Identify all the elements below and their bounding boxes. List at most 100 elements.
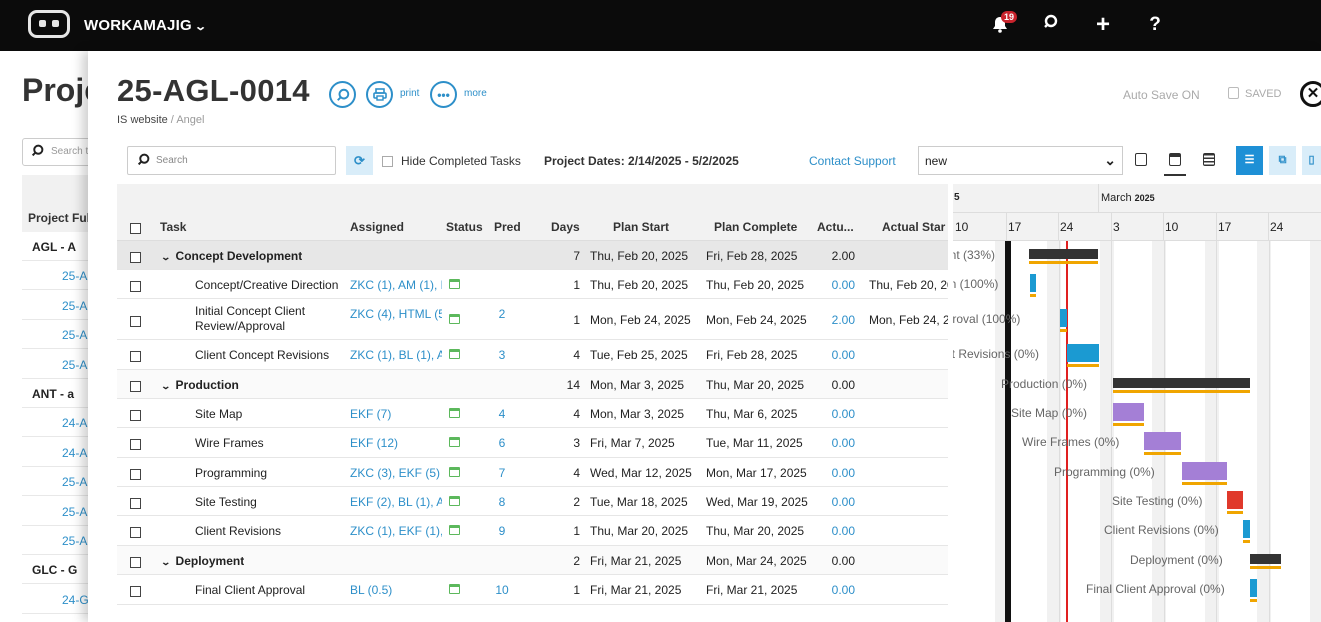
col-task[interactable]: Task (160, 220, 186, 234)
calendar-icon[interactable] (449, 348, 460, 362)
plan-complete-date[interactable]: Fri, Mar 21, 2025 (706, 583, 797, 597)
plan-complete-date[interactable]: Mon, Feb 24, 2025 (706, 313, 807, 327)
predecessor-link[interactable]: 9 (491, 524, 513, 538)
predecessor-link[interactable]: 2 (491, 307, 513, 321)
actual-hours[interactable]: 2.00 (807, 313, 855, 327)
row-checkbox[interactable] (130, 314, 141, 328)
task-bar[interactable] (1030, 273, 1036, 292)
plan-start-date[interactable]: Fri, Mar 21, 2025 (590, 554, 681, 568)
panel-icon[interactable]: ▯ (1302, 146, 1321, 175)
calendar-icon[interactable] (449, 495, 460, 509)
print-button[interactable]: print (400, 88, 419, 99)
predecessor-link[interactable]: 4 (491, 407, 513, 421)
task-group-name[interactable]: ⌄ Deployment (162, 554, 244, 568)
row-checkbox[interactable] (130, 437, 141, 451)
search-icon[interactable] (329, 81, 356, 108)
chevron-down-icon[interactable]: ⌄ (162, 252, 171, 263)
task-row[interactable]: Programming ZKC (3), EKF (5) 7 4 Wed, Mar 12… (117, 458, 948, 487)
actual-hours[interactable]: 0.00 (807, 348, 855, 362)
summary-bar[interactable] (1250, 553, 1281, 564)
search-icon[interactable] (1040, 13, 1064, 37)
copy-icon[interactable]: ⧉ (1269, 146, 1296, 175)
task-row[interactable]: Client Concept Revisions ZKC (1), BL (1),… (117, 340, 948, 370)
assigned-link[interactable]: EKF (7) (350, 407, 442, 421)
plan-complete-date[interactable]: Thu, Mar 6, 2025 (706, 407, 797, 421)
plan-start-date[interactable]: Thu, Feb 20, 2025 (590, 278, 688, 292)
contact-support-link[interactable]: Contact Support (809, 154, 896, 168)
task-bar[interactable] (1182, 461, 1227, 480)
assigned-link[interactable]: EKF (12) (350, 436, 442, 450)
row-checkbox[interactable] (130, 349, 141, 363)
plan-start-date[interactable]: Thu, Feb 20, 2025 (590, 249, 688, 263)
task-bar[interactable] (1113, 402, 1144, 421)
actual-start-date[interactable]: Mon, Feb 24, 2 (869, 313, 948, 327)
calendar-icon[interactable] (449, 583, 460, 597)
row-checkbox[interactable] (130, 467, 141, 481)
task-row[interactable]: Concept/Creative Direction ZKC (1), AM (1… (117, 270, 948, 299)
plan-start-date[interactable]: Fri, Mar 21, 2025 (590, 583, 681, 597)
assigned-link[interactable]: ZKC (1), BL (1), Al (350, 348, 442, 362)
plus-icon[interactable]: + (1091, 13, 1115, 37)
col-pred[interactable]: Pred (494, 220, 521, 234)
plan-start-date[interactable]: Mon, Mar 3, 2025 (590, 407, 684, 421)
actual-hours[interactable]: 0.00 (807, 495, 855, 509)
actual-hours[interactable]: 0.00 (807, 278, 855, 292)
task-row[interactable]: Site Map EKF (7) 4 4 Mon, Mar 3, 2025 Thu, Ma… (117, 399, 948, 428)
predecessor-link[interactable]: 6 (491, 436, 513, 450)
actual-hours[interactable]: 0.00 (807, 583, 855, 597)
plan-start-date[interactable]: Tue, Mar 18, 2025 (590, 495, 688, 509)
row-checkbox[interactable] (130, 379, 141, 393)
calendar-icon[interactable] (449, 313, 460, 327)
assigned-link[interactable]: ZKC (4), HTML (5) (350, 307, 442, 321)
view-select[interactable]: new ⌄ (918, 146, 1123, 175)
col-plan-start[interactable]: Plan Start (613, 220, 669, 234)
row-checkbox[interactable] (130, 250, 141, 264)
task-search-input[interactable]: Search (127, 146, 336, 175)
chevron-down-icon[interactable]: ⌄ (162, 381, 171, 392)
summary-bar[interactable] (1029, 248, 1098, 259)
task-name[interactable]: Site Testing (195, 495, 257, 509)
task-row[interactable]: Client Revisions ZKC (1), EKF (1), E 9 1 Thu… (117, 516, 948, 546)
col-assigned[interactable]: Assigned (350, 220, 404, 234)
actual-hours[interactable]: 0.00 (807, 466, 855, 480)
plan-complete-date[interactable]: Wed, Mar 19, 2025 (706, 495, 808, 509)
calendar-icon[interactable] (449, 407, 460, 421)
plan-complete-date[interactable]: Tue, Mar 11, 2025 (706, 436, 803, 450)
task-group-name[interactable]: ⌄ Production (162, 378, 239, 392)
row-checkbox[interactable] (130, 279, 141, 293)
task-bar[interactable] (1243, 520, 1250, 538)
row-checkbox[interactable] (130, 408, 141, 422)
task-name[interactable]: Final Client Approval (195, 583, 305, 597)
refresh-icon[interactable]: ⟳ (346, 146, 373, 175)
plan-complete-date[interactable]: Thu, Mar 20, 2025 (706, 378, 804, 392)
row-checkbox[interactable] (130, 496, 141, 510)
close-icon[interactable]: ✕ (1300, 81, 1321, 107)
predecessor-link[interactable]: 8 (491, 495, 513, 509)
task-group-row[interactable]: ⌄ Deployment 2 Fri, Mar 21, 2025 Mon, Mar 24… (117, 546, 948, 575)
plan-start-date[interactable]: Thu, Mar 20, 2025 (590, 524, 688, 538)
task-name[interactable]: Site Map (195, 407, 242, 421)
hide-completed-toggle[interactable]: Hide Completed Tasks (382, 154, 521, 168)
grid-view-icon[interactable] (1130, 149, 1152, 171)
plan-complete-date[interactable]: Mon, Mar 24, 2025 (706, 554, 807, 568)
actual-hours[interactable]: 0.00 (807, 436, 855, 450)
row-checkbox[interactable] (130, 525, 141, 539)
col-plan-complete[interactable]: Plan Complete (714, 220, 797, 234)
split-view-icon[interactable] (1164, 149, 1186, 176)
task-name[interactable]: Wire Frames (195, 436, 264, 450)
assigned-link[interactable]: ZKC (1), AM (1), H (350, 278, 442, 292)
print-icon[interactable] (366, 81, 393, 108)
assigned-link[interactable]: ZKC (1), EKF (1), E (350, 524, 442, 538)
calendar-icon[interactable] (449, 466, 460, 480)
plan-start-date[interactable]: Mon, Feb 24, 2025 (590, 313, 691, 327)
app-menu-button[interactable]: WORKAMAJIG ⌄ (84, 17, 207, 34)
task-bar[interactable] (1227, 490, 1243, 509)
col-status[interactable]: Status (446, 220, 483, 234)
plan-start-date[interactable]: Mon, Mar 3, 2025 (590, 378, 684, 392)
task-group-name[interactable]: ⌄ Concept Development (162, 249, 302, 263)
gantt-toggle-icon[interactable]: ☰ (1236, 146, 1263, 175)
plan-complete-date[interactable]: Fri, Feb 28, 2025 (706, 249, 797, 263)
task-bar[interactable] (1060, 308, 1067, 327)
task-name[interactable]: Client Concept Revisions (195, 348, 329, 362)
chevron-down-icon[interactable]: ⌄ (162, 557, 171, 568)
